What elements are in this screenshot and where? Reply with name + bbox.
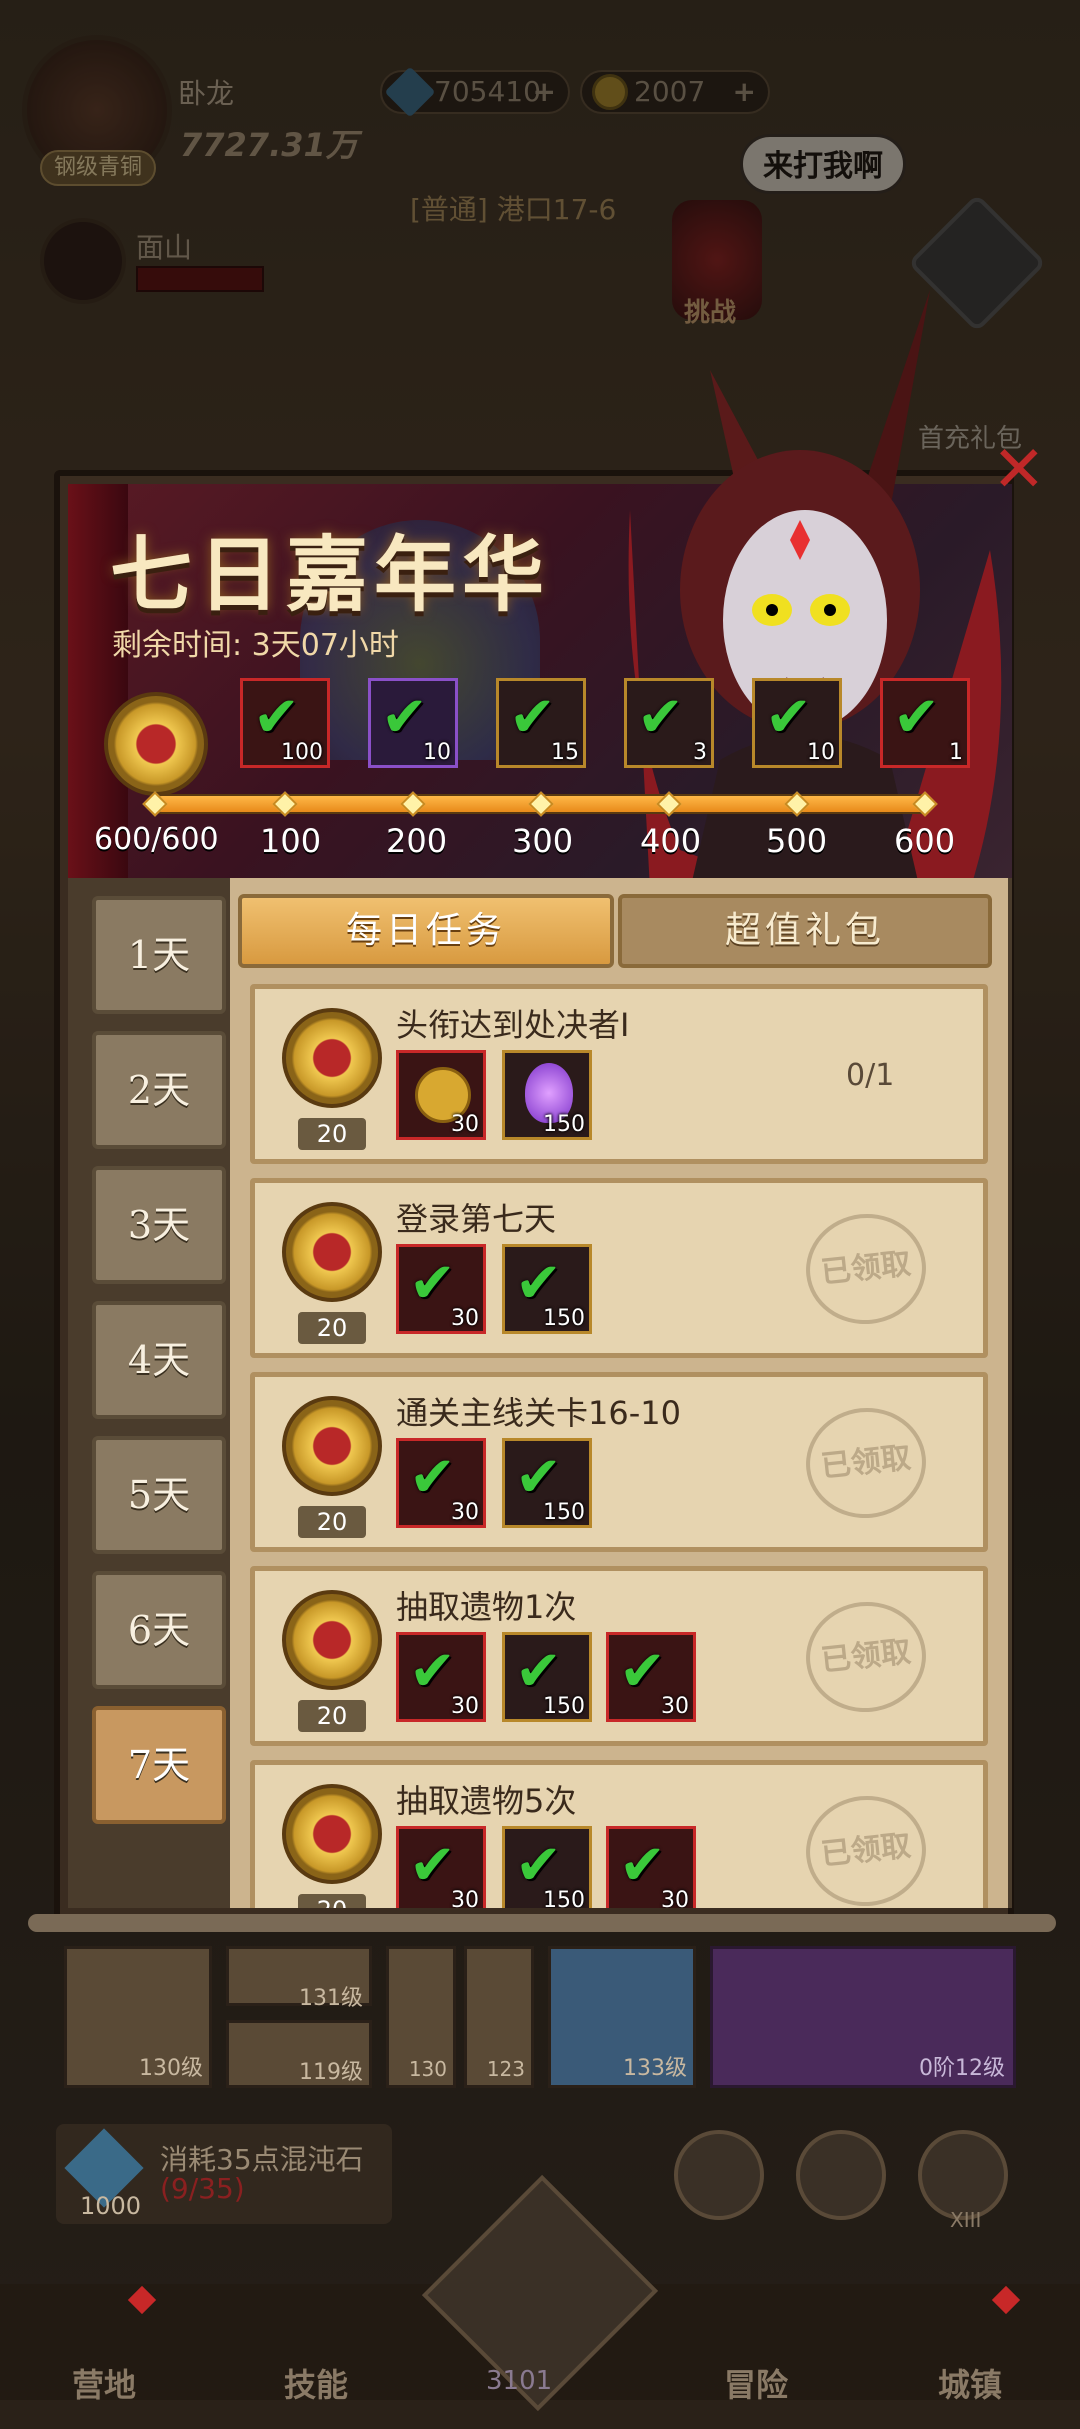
day-tab-2[interactable]: 2天 — [92, 1031, 226, 1149]
energy-value: 3101 — [486, 2366, 553, 2396]
close-icon[interactable]: ✕ — [992, 438, 1046, 502]
task-reward-item[interactable]: ✔ 150 — [502, 1632, 592, 1722]
claimed-check-icon: ✔ — [409, 1639, 456, 1704]
milestone-label: 500 — [766, 822, 828, 860]
milestone-reward-100[interactable]: ✔ 100 — [240, 678, 330, 768]
milestone-reward-600[interactable]: ✔ 1 — [880, 678, 970, 768]
task-points: 20 — [298, 1312, 366, 1344]
nav-skills[interactable]: 技能 — [284, 2360, 348, 2406]
panel-bottom-edge — [28, 1914, 1056, 1932]
milestone-reward-200[interactable]: ✔ 10 — [368, 678, 458, 768]
task-points-medal-icon — [282, 1202, 382, 1302]
milestone-reward-300[interactable]: ✔ 15 — [496, 678, 586, 768]
equip-slot[interactable]: 133级 — [548, 1946, 696, 2088]
task-reward-item[interactable]: ✔ 30 — [396, 1244, 486, 1334]
task-points: 20 — [298, 1700, 366, 1732]
claimed-check-icon: ✔ — [509, 685, 556, 750]
claimed-check-icon: ✔ — [619, 1833, 666, 1898]
refresh-icon[interactable] — [674, 2130, 764, 2220]
task-progress: 0/1 — [846, 1058, 895, 1093]
milestone-label: 300 — [512, 822, 574, 860]
helmet-icon[interactable] — [918, 2130, 1008, 2220]
time-remaining: 剩余时间: 3天07小时 — [112, 628, 399, 663]
nav-camp[interactable]: 营地 — [72, 2360, 136, 2406]
points-medal-icon — [104, 692, 208, 796]
claimed-check-icon: ✔ — [637, 685, 684, 750]
milestone-label: 400 — [640, 822, 702, 860]
task-title: 通关主线关卡16-10 — [396, 1394, 681, 1432]
milestone-label: 200 — [386, 822, 448, 860]
task-points: 20 — [298, 1506, 366, 1538]
milestone-label: 100 — [260, 822, 322, 860]
task-points-medal-icon — [282, 1396, 382, 1496]
claimed-check-icon: ✔ — [381, 685, 428, 750]
task-reward-item[interactable]: ✔ 150 — [502, 1438, 592, 1528]
day-tab-1[interactable]: 1天 — [92, 896, 226, 1014]
wing-slot[interactable]: 0阶12级 — [710, 1946, 1016, 2088]
claimed-check-icon: ✔ — [409, 1445, 456, 1510]
day-tab-5[interactable]: 5天 — [92, 1436, 226, 1554]
task-reward-item[interactable]: ✔ 30 — [396, 1826, 486, 1908]
equip-slot[interactable]: 131级 — [226, 1946, 372, 2011]
claimed-check-icon: ✔ — [409, 1833, 456, 1898]
claimed-check-icon: ✔ — [619, 1639, 666, 1704]
nav-town[interactable]: 城镇 — [938, 2360, 1002, 2406]
nav-adventure[interactable]: 冒险 — [724, 2360, 788, 2406]
task-points: 20 — [298, 1894, 366, 1908]
task-reward-item[interactable]: ✔ 30 — [396, 1632, 486, 1722]
day-tab-6[interactable]: 6天 — [92, 1571, 226, 1689]
task-title: 抽取遗物1次 — [396, 1588, 577, 1626]
claimed-check-icon: ✔ — [765, 685, 812, 750]
task-reward-item[interactable]: ✔ 30 — [606, 1632, 696, 1722]
task-reward-item[interactable]: ✔ 30 — [606, 1826, 696, 1908]
equip-slot-weapon[interactable]: 130级 — [64, 1946, 212, 2088]
crown-icon[interactable] — [796, 2130, 886, 2220]
current-points: 600/600 — [94, 822, 219, 857]
task-reward-item[interactable]: 150 — [502, 1050, 592, 1140]
day-tab-3[interactable]: 3天 — [92, 1166, 226, 1284]
task-reward-item[interactable]: 30 — [396, 1050, 486, 1140]
milestone-label: 600 — [894, 822, 956, 860]
task-points-medal-icon — [282, 1784, 382, 1884]
task-title: 头衔达到处决者I — [396, 1006, 630, 1044]
claimed-check-icon: ✔ — [893, 685, 940, 750]
task-card-clip: 20 抽取遗物5次 ✔30 ✔150 ✔30 已领取 — [250, 1760, 988, 1908]
event-title: 七日嘉年华 — [110, 528, 551, 623]
chaos-stone-count: 1000 — [80, 2192, 142, 2220]
roman-level: XIII — [950, 2208, 982, 2232]
tab-daily-tasks[interactable]: 每日任务 — [238, 894, 614, 968]
claimed-check-icon: ✔ — [409, 1251, 456, 1316]
day-tab-4[interactable]: 4天 — [92, 1301, 226, 1419]
task-points: 20 — [298, 1118, 366, 1150]
task-reward-item[interactable]: ✔ 150 — [502, 1244, 592, 1334]
task-title: 登录第七天 — [396, 1200, 557, 1238]
task-points-medal-icon — [282, 1590, 382, 1690]
day-tab-7[interactable]: 7天 — [92, 1706, 226, 1824]
task-title: 抽取遗物5次 — [396, 1782, 577, 1820]
equip-slot[interactable]: 130级 — [386, 1946, 456, 2321]
equip-slot[interactable]: 123级 — [464, 1946, 534, 2321]
task-reward-item[interactable]: ✔ 150 — [502, 1826, 592, 1908]
tab-value-bundle[interactable]: 超值礼包 — [618, 894, 992, 968]
milestone-reward-400[interactable]: ✔ 3 — [624, 678, 714, 768]
task-reward-item[interactable]: ✔ 30 — [396, 1438, 486, 1528]
task-points-medal-icon — [282, 1008, 382, 1108]
milestone-reward-500[interactable]: ✔ 10 — [752, 678, 842, 768]
equip-slot[interactable]: 119级 — [226, 2020, 372, 2088]
chaos-progress: (9/35) — [160, 2172, 245, 2205]
